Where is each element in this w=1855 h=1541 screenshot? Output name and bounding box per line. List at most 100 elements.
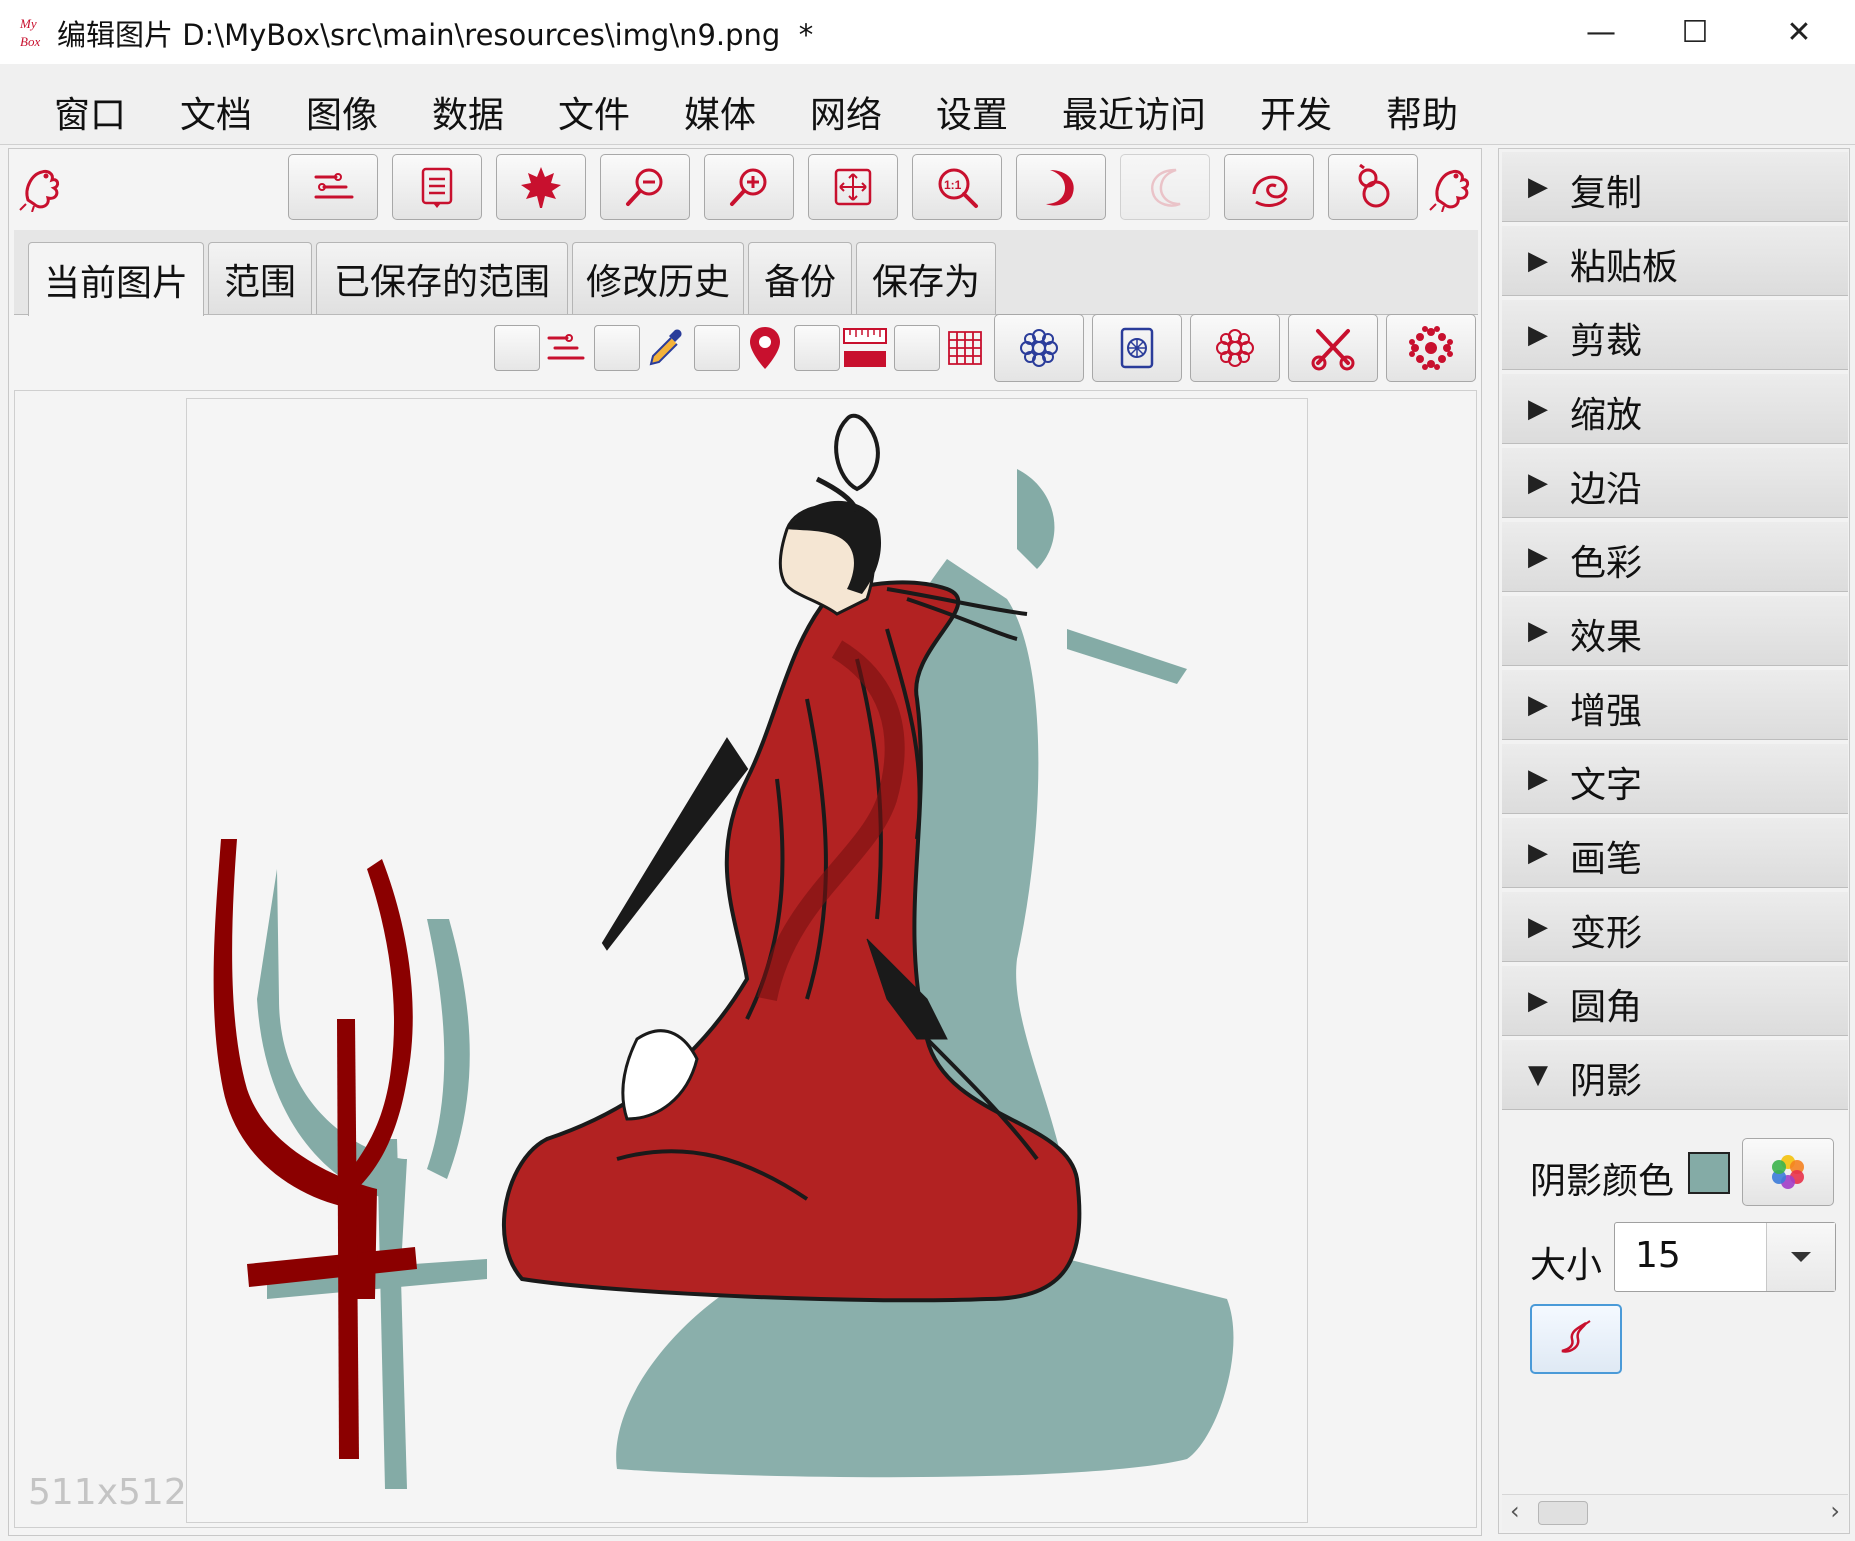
tab-backup[interactable]: 备份 [748,242,852,314]
options-small-icon [542,322,588,374]
scroll-left-icon[interactable]: ‹ [1510,1497,1520,1525]
tab-scope[interactable]: 范围 [208,242,312,314]
shadow-color-swatch[interactable] [1688,1152,1730,1194]
scroll-thumb[interactable] [1538,1501,1588,1525]
tab-current-image[interactable]: 当前图片 [28,242,204,316]
cut-button[interactable] [1288,314,1378,382]
zoom-out-icon [626,168,663,206]
horizontal-scrollbar[interactable]: ‹ › [1502,1494,1848,1531]
maximize-button[interactable]: ☐ [1642,0,1748,64]
expand-arrow-icon: ▶ [1528,172,1548,202]
minimize-button[interactable]: — [1548,0,1654,64]
maple-leaf-button[interactable] [496,154,586,220]
list-button[interactable] [392,154,482,220]
shadow-color-label: 阴影颜色 [1530,1161,1675,1202]
menu-document[interactable]: 文档 [180,86,252,138]
expand-arrow-icon: ▶ [1528,616,1548,646]
svg-text:My: My [19,16,37,31]
op-copy[interactable]: ▶ 复制 [1502,152,1848,222]
maple-leaf-icon [521,167,561,208]
mandala-red-button[interactable] [1190,314,1280,382]
tab-history[interactable]: 修改历史 [572,242,744,314]
image-frame[interactable] [186,398,1308,1523]
window-title: 编辑图片 D:\MyBox\src\main\resources\img\n9.… [57,18,814,52]
spiral-icon [1252,175,1288,207]
expand-arrow-icon: ▶ [1528,246,1548,276]
edited-image[interactable] [187,399,1307,1522]
tab-saved-scopes[interactable]: 已保存的范围 [316,242,568,314]
zoom-in-button[interactable] [704,154,794,220]
op-enhance[interactable]: ▶ 增强 [1502,670,1848,740]
menu-network[interactable]: 网络 [810,86,882,138]
ruler-checkbox[interactable] [794,325,840,371]
tab-save-as[interactable]: 保存为 [856,242,996,314]
menu-develop[interactable]: 开发 [1260,86,1332,138]
op-clipboard[interactable]: ▶ 粘贴板 [1502,226,1848,296]
title-bar: My Box 编辑图片 D:\MyBox\src\main\resources\… [0,0,1855,65]
gourd-button[interactable] [1328,154,1418,220]
rotate-left-button[interactable] [1120,154,1210,220]
op-effects[interactable]: ▶ 效果 [1502,596,1848,666]
phoenix-logo-icon[interactable] [18,160,64,212]
actual-size-icon: 1:1 [938,168,978,208]
fit-window-button[interactable] [808,154,898,220]
pick-options-checkbox[interactable] [494,325,540,371]
menu-media[interactable]: 媒体 [684,86,756,138]
zoom-in-icon [730,168,767,206]
palette-button[interactable] [1742,1138,1834,1206]
op-transform[interactable]: ▶ 变形 [1502,892,1848,962]
mandala-red-icon [1216,329,1254,367]
menu-bar: 窗口 文档 图像 数据 文件 媒体 网络 设置 最近访问 开发 帮助 [0,64,1855,145]
flower-button[interactable] [1386,314,1476,382]
scissors-icon [1311,329,1355,371]
op-pen[interactable]: ▶ 画笔 [1502,818,1848,888]
rotate-right-button[interactable] [1016,154,1106,220]
scroll-right-icon[interactable]: › [1830,1497,1840,1525]
phoenix-logo-right-icon[interactable] [1428,160,1474,212]
zoom-out-button[interactable] [600,154,690,220]
menu-data[interactable]: 数据 [432,86,504,138]
menu-window[interactable]: 窗口 [54,86,126,138]
shadow-size-value[interactable]: 15 [1635,1235,1681,1276]
color-palette-icon [1772,1155,1804,1189]
options-button[interactable] [288,154,378,220]
expand-arrow-icon: ▶ [1528,320,1548,350]
actual-size-button[interactable]: 1:1 [912,154,1002,220]
spiral-button[interactable] [1224,154,1314,220]
expand-arrow-icon: ▶ [1528,764,1548,794]
coordinate-checkbox[interactable] [694,325,740,371]
op-crop[interactable]: ▶ 剪裁 [1502,300,1848,370]
menu-image[interactable]: 图像 [306,86,378,138]
grid-checkbox[interactable] [894,325,940,371]
menu-recent[interactable]: 最近访问 [1062,86,1206,138]
tile-button[interactable] [1092,314,1182,382]
op-margins[interactable]: ▶ 边沿 [1502,448,1848,518]
fit-window-icon [834,168,872,206]
minimize-icon: — [1586,14,1616,50]
svg-text:1:1: 1:1 [944,178,962,192]
mandala-blue-button[interactable] [994,314,1084,382]
shadow-size-combobox[interactable]: 15 [1614,1222,1836,1292]
expand-arrow-icon: ▶ [1528,394,1548,424]
dropdown-arrow-button[interactable] [1766,1223,1835,1291]
op-round-corner[interactable]: ▶ 圆角 [1502,966,1848,1036]
shadow-size-label: 大小 [1530,1245,1603,1286]
op-shadow[interactable]: ▼ 阴影 [1502,1040,1848,1110]
menu-settings[interactable]: 设置 [936,86,1008,138]
expand-arrow-icon: ▶ [1528,542,1548,572]
expand-arrow-icon: ▶ [1528,912,1548,942]
menu-file[interactable]: 文件 [558,86,630,138]
close-icon: ✕ [1786,14,1812,50]
op-text[interactable]: ▶ 文字 [1502,744,1848,814]
gourd-icon [1358,164,1390,208]
expand-arrow-icon: ▶ [1528,690,1548,720]
close-button[interactable]: ✕ [1746,0,1852,64]
apply-button[interactable] [1530,1304,1622,1374]
menu-help[interactable]: 帮助 [1386,86,1458,138]
pick-color-checkbox[interactable] [594,325,640,371]
mandala-blue-icon [1020,329,1058,367]
list-icon [421,167,453,208]
image-dimensions-label: 511x512 [28,1472,187,1513]
op-scale[interactable]: ▶ 缩放 [1502,374,1848,444]
op-color[interactable]: ▶ 色彩 [1502,522,1848,592]
